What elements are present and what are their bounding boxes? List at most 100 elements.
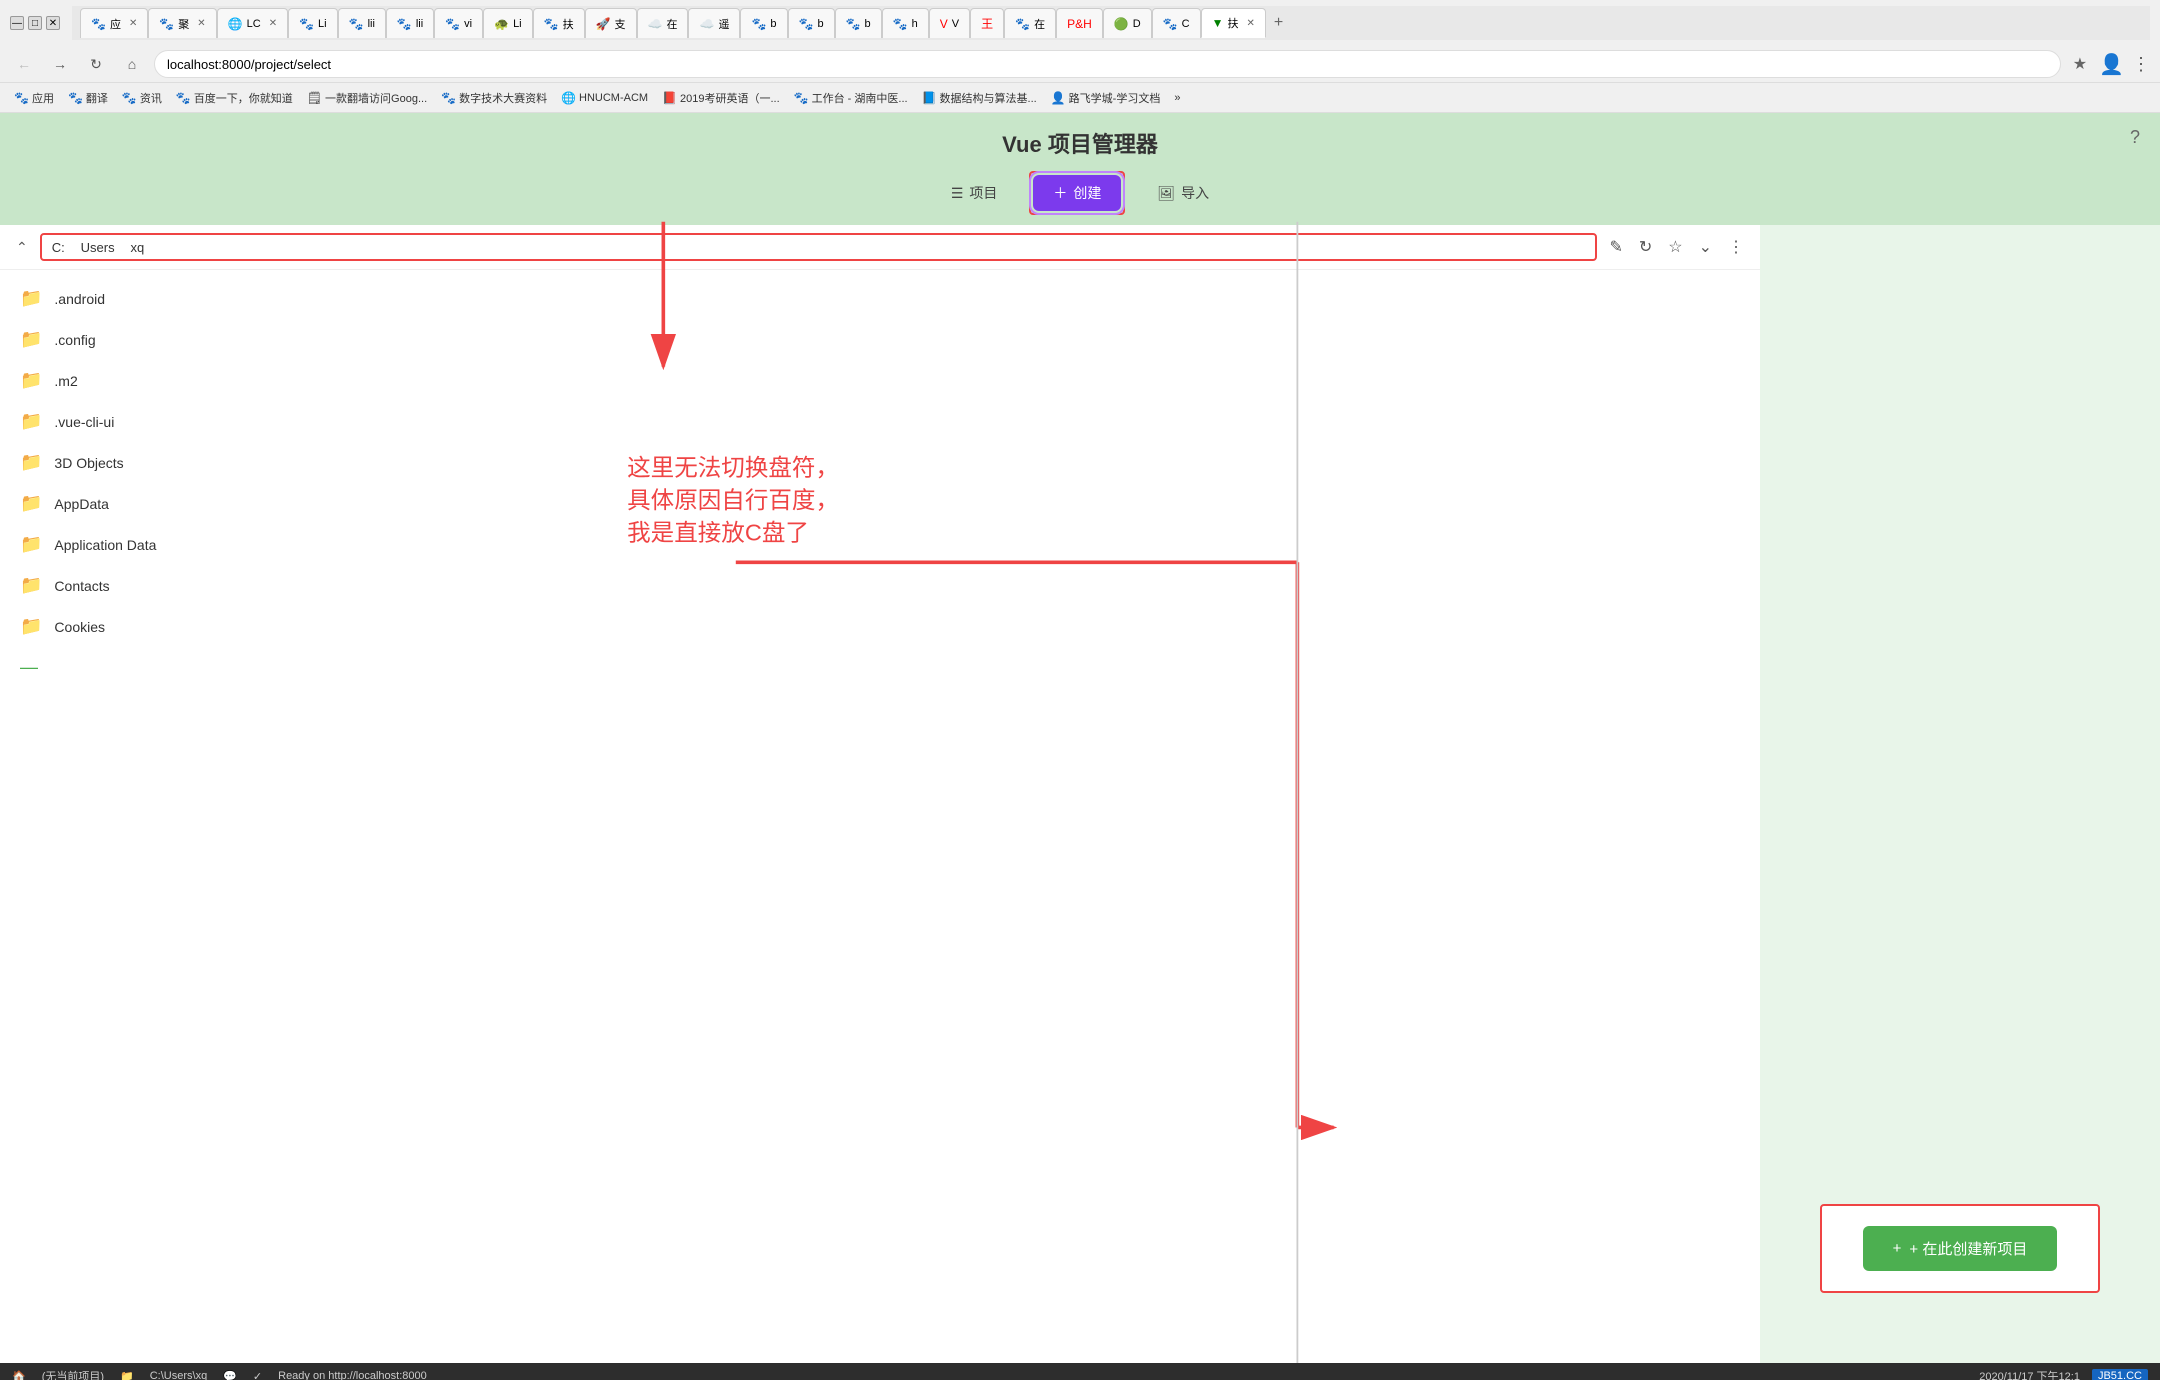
forward-button[interactable]: →: [46, 50, 74, 78]
folder-icon: 📁: [20, 370, 42, 391]
new-tab-button[interactable]: +: [1266, 10, 1291, 36]
folder-status-icon: 📁: [120, 1370, 134, 1380]
folder-icon: 📁: [20, 493, 42, 514]
folder-cookies[interactable]: 📁 Cookies: [0, 606, 1760, 647]
tab-1[interactable]: 🐾应✕: [80, 8, 148, 38]
tab-23-active[interactable]: ▼扶✕: [1201, 8, 1266, 38]
folder-name: .vue-cli-ui: [54, 414, 114, 430]
maximize-btn[interactable]: □: [28, 16, 42, 30]
collapse-icon[interactable]: ⌃: [12, 235, 32, 260]
bookmark-apps[interactable]: 🐾应用: [8, 88, 60, 108]
path-users[interactable]: Users: [81, 240, 115, 255]
profile-icon[interactable]: 👤: [2099, 52, 2124, 77]
plus-icon: ＋: [1053, 183, 1067, 203]
refresh-icon[interactable]: ↻: [1635, 233, 1656, 261]
tab-5[interactable]: 🐾lii: [338, 8, 386, 38]
bookmark-vpn[interactable]: 🗒一款翻墙访问Goog...: [301, 88, 433, 108]
tab-16[interactable]: 🐾h: [882, 8, 929, 38]
refresh-button[interactable]: ↻: [82, 50, 110, 78]
import-icon: 🖼: [1157, 185, 1175, 202]
tab-8[interactable]: 🐢Li: [483, 8, 533, 38]
bookmark-lufei[interactable]: 👤路飞学城-学习文档: [1045, 88, 1167, 108]
bookmark-hnucm[interactable]: 🌐HNUCM-ACM: [555, 89, 654, 107]
nav-projects[interactable]: ☰ 项目: [939, 177, 1010, 209]
folder-vue-cli-ui[interactable]: 📁 .vue-cli-ui: [0, 401, 1760, 442]
app-title: Vue 项目管理器: [1002, 127, 1158, 159]
file-toolbar: ⌃ C: Users xq ✎ ↻ ☆ ⌄ ⋮: [0, 225, 1760, 270]
tab-9[interactable]: 🐾扶: [533, 8, 585, 38]
bookmark-baidu[interactable]: 🐾百度一下，你就知道: [170, 88, 299, 108]
tab-6[interactable]: 🐾lii: [386, 8, 434, 38]
tab-11[interactable]: ☁️在: [637, 8, 689, 38]
folder-name: Contacts: [54, 578, 109, 594]
tab-14[interactable]: 🐾b: [788, 8, 835, 38]
folder-config[interactable]: 📁 .config: [0, 319, 1760, 360]
tab-12[interactable]: ☁️遥: [688, 8, 740, 38]
folder-more[interactable]: —: [0, 647, 1760, 688]
folder-android[interactable]: 📁 .android: [0, 278, 1760, 319]
minimize-btn[interactable]: —: [10, 16, 24, 30]
file-list: 📁 .android 📁 .config 📁 .m2 📁 .vue-cli-ui: [0, 270, 1760, 1363]
url-input[interactable]: [154, 50, 2061, 78]
chevron-down-icon[interactable]: ⌄: [1695, 233, 1716, 261]
app-container: Vue 项目管理器 ? ☰ 项目 ＋ 创建 🖼 导入: [0, 113, 2160, 1363]
help-icon[interactable]: ?: [2130, 127, 2140, 148]
folder-icon: 📁: [20, 534, 42, 555]
tab-13[interactable]: 🐾b: [740, 8, 787, 38]
tab-18[interactable]: 王: [970, 8, 1004, 38]
bookmark-algo[interactable]: 📘数据结构与算法基...: [916, 88, 1043, 108]
bookmark-translate[interactable]: 🐾翻译: [62, 88, 114, 108]
folder-name: .config: [54, 332, 95, 348]
bookmark-digital[interactable]: 🐾数字技术大赛资料: [435, 88, 553, 108]
status-right: 2020/11/17 下午12:1 JB51.CC: [1979, 1368, 2148, 1380]
folder-icon: 📁: [20, 452, 42, 473]
tab-22[interactable]: 🐾C: [1152, 8, 1201, 38]
star-icon[interactable]: ☆: [1664, 233, 1686, 261]
folder-appdata[interactable]: 📁 AppData: [0, 483, 1760, 524]
folder-icon: 📁: [20, 288, 42, 309]
bookmark-more[interactable]: »: [1168, 90, 1186, 106]
tab-15[interactable]: 🐾b: [835, 8, 882, 38]
folder-icon: 📁: [20, 575, 42, 596]
tab-17[interactable]: VV: [929, 8, 970, 38]
folder-contacts[interactable]: 📁 Contacts: [0, 565, 1760, 606]
tab-21[interactable]: 🟢D: [1103, 8, 1152, 38]
bookmarks-bar: 🐾应用 🐾翻译 🐾资讯 🐾百度一下，你就知道 🗒一款翻墙访问Goog... 🐾数…: [0, 83, 2160, 113]
tab-20[interactable]: P&H: [1056, 8, 1103, 38]
datetime-label: 2020/11/17 下午12:1: [1979, 1368, 2080, 1380]
window-controls[interactable]: — □ ✕: [10, 16, 60, 30]
bookmark-english[interactable]: 📕2019考研英语（一...: [656, 88, 786, 108]
bookmark-icon[interactable]: ★: [2069, 50, 2091, 78]
path-label: C:\Users\xq: [150, 1370, 207, 1380]
more-icon[interactable]: ⋮: [1724, 233, 1748, 261]
dash-icon: —: [20, 657, 38, 678]
tab-7[interactable]: 🐾vi: [434, 8, 483, 38]
bookmark-news[interactable]: 🐾资讯: [116, 88, 168, 108]
jb51-badge[interactable]: JB51.CC: [2092, 1369, 2148, 1380]
create-button-box: ＋ 创建: [1029, 171, 1125, 215]
folder-application-data[interactable]: 📁 Application Data: [0, 524, 1760, 565]
edit-icon[interactable]: ✎: [1605, 233, 1626, 261]
back-button[interactable]: ←: [10, 50, 38, 78]
create-project-button[interactable]: + + 在此创建新项目: [1863, 1226, 2058, 1271]
tab-3[interactable]: 🌐LC✕: [217, 8, 288, 38]
folder-3d-objects[interactable]: 📁 3D Objects: [0, 442, 1760, 483]
folder-m2[interactable]: 📁 .m2: [0, 360, 1760, 401]
bookmark-work[interactable]: 🐾工作台 - 湖南中医...: [788, 88, 914, 108]
path-c[interactable]: C:: [52, 240, 65, 255]
status-left: 🏠 (无当前项目) 📁 C:\Users\xq 💬 ✓ Ready on htt…: [12, 1368, 427, 1380]
tab-4[interactable]: 🐾Li: [288, 8, 338, 38]
more-options-icon[interactable]: ⋮: [2132, 54, 2150, 75]
main-content: ⌃ C: Users xq ✎ ↻ ☆ ⌄ ⋮: [0, 225, 2160, 1363]
list-icon: ☰: [951, 185, 964, 202]
close-btn[interactable]: ✕: [46, 16, 60, 30]
path-xq[interactable]: xq: [130, 240, 144, 255]
message-status-icon: 💬: [223, 1370, 237, 1380]
create-button[interactable]: ＋ 创建: [1033, 175, 1121, 211]
tab-2[interactable]: 🐾聚✕: [148, 8, 216, 38]
tab-10[interactable]: 🚀支: [585, 8, 637, 38]
tab-19[interactable]: 🐾在: [1004, 8, 1056, 38]
nav-import[interactable]: 🖼 导入: [1145, 177, 1221, 209]
home-button[interactable]: ⌂: [118, 50, 146, 78]
path-breadcrumb[interactable]: C: Users xq: [40, 233, 1598, 261]
